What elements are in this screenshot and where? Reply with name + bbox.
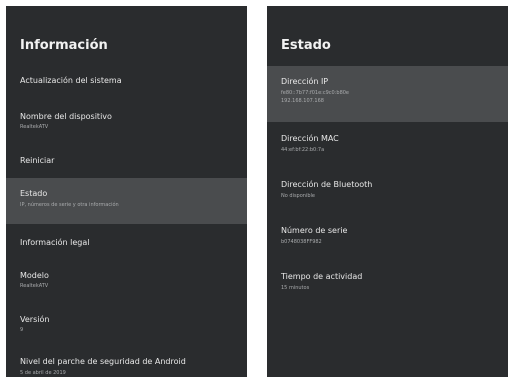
status-panel: Estado Dirección IP fe80::7b77:f01e:c9c0… <box>267 6 508 377</box>
info-panel-title: Información <box>20 38 108 53</box>
menu-item-label: Modelo <box>20 271 49 280</box>
status-item-mac-address[interactable]: Dirección MAC 44:ef:bf:22:b0:7a <box>267 124 508 164</box>
menu-item-system-update[interactable]: Actualización del sistema <box>6 64 247 96</box>
status-item-value: fe80::7b77:f01e:c9c0:b80e <box>281 90 350 96</box>
menu-item-label: Actualización del sistema <box>20 76 122 85</box>
menu-item-value: RealtekATV <box>20 283 49 289</box>
status-item-value-secondary: 192.168.107.168 <box>281 98 324 104</box>
menu-item-label: Nombre del dispositivo <box>20 112 112 121</box>
status-item-label: Dirección MAC <box>281 134 339 143</box>
status-item-uptime[interactable]: Tiempo de actividad 15 minutos <box>267 262 508 302</box>
menu-item-model[interactable]: Modelo RealtekATV <box>6 264 247 302</box>
menu-item-label: Reiniciar <box>20 156 55 165</box>
menu-item-legal-info[interactable]: Información legal <box>6 228 247 262</box>
menu-item-value: 5 de abril de 2019 <box>20 370 66 376</box>
menu-item-label: Nivel del parche de seguridad de Android <box>20 357 186 366</box>
menu-item-status[interactable]: Estado IP, números de serie y otra infor… <box>6 178 247 224</box>
status-item-value: 44:ef:bf:22:b0:7a <box>281 147 325 153</box>
menu-item-value: IP, números de serie y otra información <box>20 202 119 208</box>
menu-item-value: 9 <box>20 327 24 333</box>
menu-item-version[interactable]: Versión 9 <box>6 308 247 344</box>
menu-item-label: Versión <box>20 315 50 324</box>
status-item-label: Dirección de Bluetooth <box>281 180 373 189</box>
menu-item-label: Estado <box>20 189 48 198</box>
menu-item-device-name[interactable]: Nombre del dispositivo RealtekATV <box>6 104 247 144</box>
status-item-label: Dirección IP <box>281 77 329 86</box>
status-panel-title: Estado <box>281 38 331 53</box>
status-item-bluetooth-address[interactable]: Dirección de Bluetooth No disponible <box>267 170 508 210</box>
status-item-value: b0748038FF982 <box>281 239 322 245</box>
menu-item-restart[interactable]: Reiniciar <box>6 146 247 176</box>
status-item-value: No disponible <box>281 193 315 199</box>
status-item-label: Tiempo de actividad <box>281 272 363 281</box>
info-panel: Información Actualización del sistema No… <box>6 6 247 377</box>
status-item-ip-address[interactable]: Dirección IP fe80::7b77:f01e:c9c0:b80e 1… <box>267 66 508 122</box>
status-item-serial-number[interactable]: Número de serie b0748038FF982 <box>267 216 508 256</box>
menu-item-value: RealtekATV <box>20 124 49 130</box>
menu-item-security-patch[interactable]: Nivel del parche de seguridad de Android… <box>6 352 247 377</box>
status-item-label: Número de serie <box>281 226 348 235</box>
status-item-value: 15 minutos <box>281 285 310 291</box>
menu-item-label: Información legal <box>20 238 90 247</box>
